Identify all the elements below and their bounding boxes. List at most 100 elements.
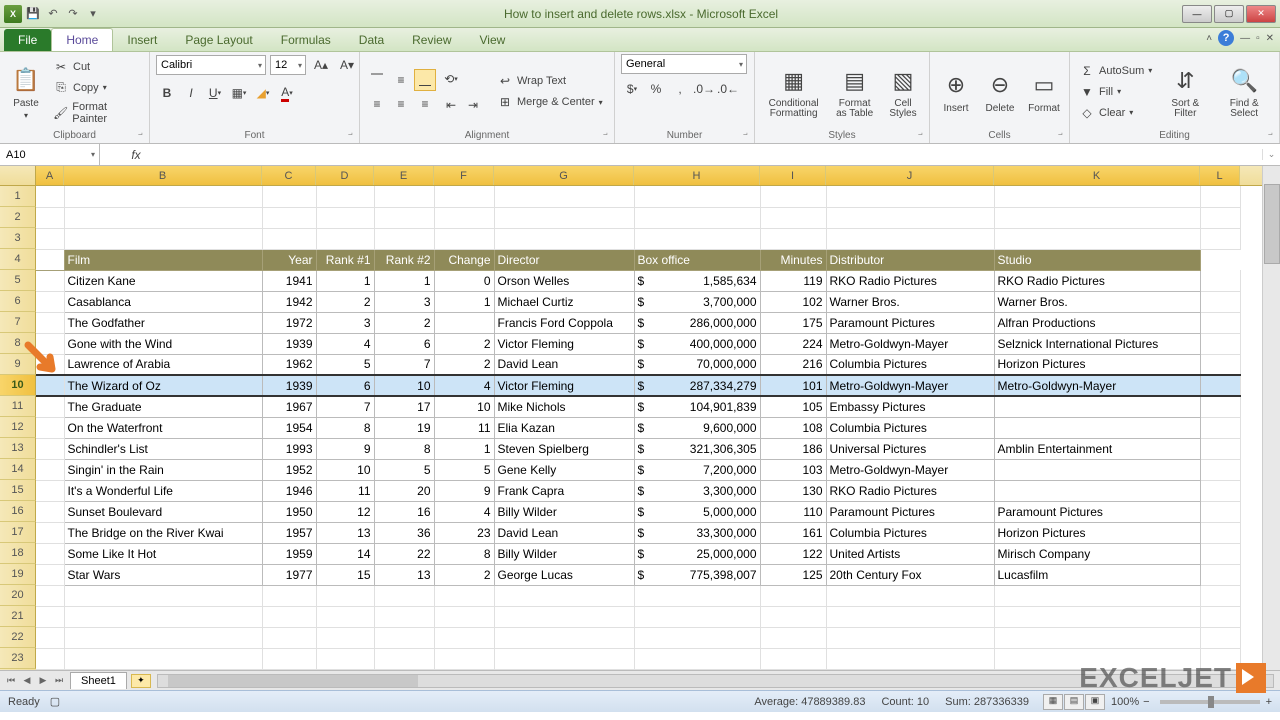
- row-header-16[interactable]: 16: [0, 501, 36, 522]
- comma-icon[interactable]: ,: [669, 78, 691, 100]
- currency-icon[interactable]: $▾: [621, 78, 643, 100]
- cell-styles-button[interactable]: ▧Cell Styles: [883, 63, 923, 121]
- row-header-18[interactable]: 18: [0, 543, 36, 564]
- expand-formula-icon[interactable]: ⌄: [1262, 149, 1280, 160]
- font-family-combo[interactable]: Calibri: [156, 55, 266, 75]
- close-button[interactable]: ✕: [1246, 5, 1276, 23]
- row-header-2[interactable]: 2: [0, 207, 36, 228]
- maximize-button[interactable]: ▢: [1214, 5, 1244, 23]
- table-row[interactable]: Lawrence of Arabia1962572David Lean$70,0…: [36, 354, 1240, 375]
- row-header-22[interactable]: 22: [0, 627, 36, 648]
- row-header-21[interactable]: 21: [0, 606, 36, 627]
- tab-view[interactable]: View: [466, 29, 520, 51]
- col-header-E[interactable]: E: [374, 166, 434, 185]
- cells-area[interactable]: FilmYearRank #1Rank #2ChangeDirectorBox …: [36, 186, 1262, 670]
- row-header-15[interactable]: 15: [0, 480, 36, 501]
- zoom-in-icon[interactable]: +: [1266, 696, 1272, 708]
- undo-icon[interactable]: ↶: [44, 5, 62, 23]
- increase-decimal-icon[interactable]: .0→: [693, 78, 715, 100]
- align-middle-icon[interactable]: ≡: [390, 69, 412, 91]
- autosum-button[interactable]: ΣAutoSum ▾: [1076, 62, 1155, 80]
- bold-button[interactable]: B: [156, 82, 178, 104]
- row-header-9[interactable]: 9: [0, 354, 36, 375]
- row-header-14[interactable]: 14: [0, 459, 36, 480]
- select-all-corner[interactable]: [0, 166, 36, 186]
- col-header-B[interactable]: B: [64, 166, 262, 185]
- merge-center-button[interactable]: ⊞Merge & Center ▾: [494, 93, 606, 111]
- fill-color-button[interactable]: ◢▾: [252, 82, 274, 104]
- col-header-L[interactable]: L: [1200, 166, 1240, 185]
- font-color-button[interactable]: A▾: [276, 82, 298, 104]
- new-sheet-icon[interactable]: ✦: [131, 674, 151, 688]
- tab-review[interactable]: Review: [398, 29, 465, 51]
- copy-button[interactable]: ⎘Copy ▾: [50, 79, 143, 97]
- number-format-combo[interactable]: General: [621, 54, 747, 74]
- table-row[interactable]: Casablanca1942231Michael Curtiz$3,700,00…: [36, 291, 1240, 312]
- paste-button[interactable]: 📋 Paste ▾: [6, 62, 46, 122]
- doc-restore-icon[interactable]: ▫: [1256, 33, 1260, 44]
- tab-insert[interactable]: Insert: [113, 29, 171, 51]
- row-header-6[interactable]: 6: [0, 291, 36, 312]
- view-buttons[interactable]: ▦▤▣: [1043, 694, 1105, 710]
- tab-page-layout[interactable]: Page Layout: [171, 29, 266, 51]
- clear-button[interactable]: ◇Clear ▾: [1076, 104, 1155, 122]
- align-right-icon[interactable]: ≡: [414, 93, 436, 115]
- col-header-H[interactable]: H: [634, 166, 760, 185]
- macro-icon[interactable]: ▢: [50, 695, 60, 708]
- decrease-decimal-icon[interactable]: .0←: [717, 78, 739, 100]
- table-row[interactable]: Star Wars197715132George Lucas$775,398,0…: [36, 564, 1240, 585]
- fill-button[interactable]: ▼Fill ▾: [1076, 83, 1155, 101]
- align-center-icon[interactable]: ≡: [390, 93, 412, 115]
- find-select-button[interactable]: 🔍Find & Select: [1215, 63, 1273, 121]
- row-header-3[interactable]: 3: [0, 228, 36, 249]
- col-header-C[interactable]: C: [262, 166, 316, 185]
- table-row[interactable]: Gone with the Wind1939462Victor Fleming$…: [36, 333, 1240, 354]
- tab-data[interactable]: Data: [345, 29, 398, 51]
- table-row[interactable]: Schindler's List1993981Steven Spielberg$…: [36, 438, 1240, 459]
- border-button[interactable]: ▦▾: [228, 82, 250, 104]
- format-painter-button[interactable]: 🖌Format Painter: [50, 100, 143, 126]
- shrink-font-icon[interactable]: A▾: [336, 54, 358, 76]
- vertical-scrollbar[interactable]: [1262, 166, 1280, 670]
- row-header-13[interactable]: 13: [0, 438, 36, 459]
- qat-dropdown-icon[interactable]: ▾: [84, 5, 102, 23]
- italic-button[interactable]: I: [180, 82, 202, 104]
- row-header-5[interactable]: 5: [0, 270, 36, 291]
- row-header-17[interactable]: 17: [0, 522, 36, 543]
- row-header-1[interactable]: 1: [0, 186, 36, 207]
- sheet-tab-active[interactable]: Sheet1: [70, 672, 127, 689]
- help-icon[interactable]: ?: [1218, 30, 1234, 46]
- tab-formulas[interactable]: Formulas: [267, 29, 345, 51]
- table-row[interactable]: The Godfather197232Francis Ford Coppola$…: [36, 312, 1240, 333]
- sort-filter-button[interactable]: ⇵Sort & Filter: [1159, 63, 1211, 121]
- zoom-out-icon[interactable]: −: [1143, 696, 1149, 708]
- col-header-J[interactable]: J: [826, 166, 994, 185]
- underline-button[interactable]: U▾: [204, 82, 226, 104]
- excel-logo-icon[interactable]: X: [4, 5, 22, 23]
- redo-icon[interactable]: ↷: [64, 5, 82, 23]
- delete-cells-button[interactable]: ⊖Delete: [980, 67, 1020, 116]
- font-size-combo[interactable]: 12: [270, 55, 306, 75]
- sheet-nav[interactable]: ⏮◀▶⏭: [0, 675, 70, 686]
- doc-close-icon[interactable]: ✕: [1266, 33, 1274, 44]
- minimize-button[interactable]: —: [1182, 5, 1212, 23]
- col-header-G[interactable]: G: [494, 166, 634, 185]
- grow-font-icon[interactable]: A▴: [310, 54, 332, 76]
- table-row[interactable]: The Bridge on the River Kwai1957133623Da…: [36, 522, 1240, 543]
- table-row[interactable]: The Wizard of Oz19396104Victor Fleming$2…: [36, 375, 1240, 396]
- table-row[interactable]: Sunset Boulevard195012164Billy Wilder$5,…: [36, 501, 1240, 522]
- col-header-D[interactable]: D: [316, 166, 374, 185]
- col-header-I[interactable]: I: [760, 166, 826, 185]
- table-row[interactable]: Citizen Kane1941110Orson Welles$1,585,63…: [36, 270, 1240, 291]
- name-box[interactable]: A10: [0, 144, 100, 165]
- save-icon[interactable]: 💾: [24, 5, 42, 23]
- col-header-A[interactable]: A: [36, 166, 64, 185]
- row-header-23[interactable]: 23: [0, 648, 36, 669]
- format-cells-button[interactable]: ▭Format: [1024, 67, 1064, 116]
- align-left-icon[interactable]: ≡: [366, 93, 388, 115]
- percent-icon[interactable]: %: [645, 78, 667, 100]
- table-row[interactable]: Some Like It Hot195914228Billy Wilder$25…: [36, 543, 1240, 564]
- col-header-F[interactable]: F: [434, 166, 494, 185]
- row-header-4[interactable]: 4: [0, 249, 36, 270]
- table-row[interactable]: It's a Wonderful Life194611209Frank Capr…: [36, 480, 1240, 501]
